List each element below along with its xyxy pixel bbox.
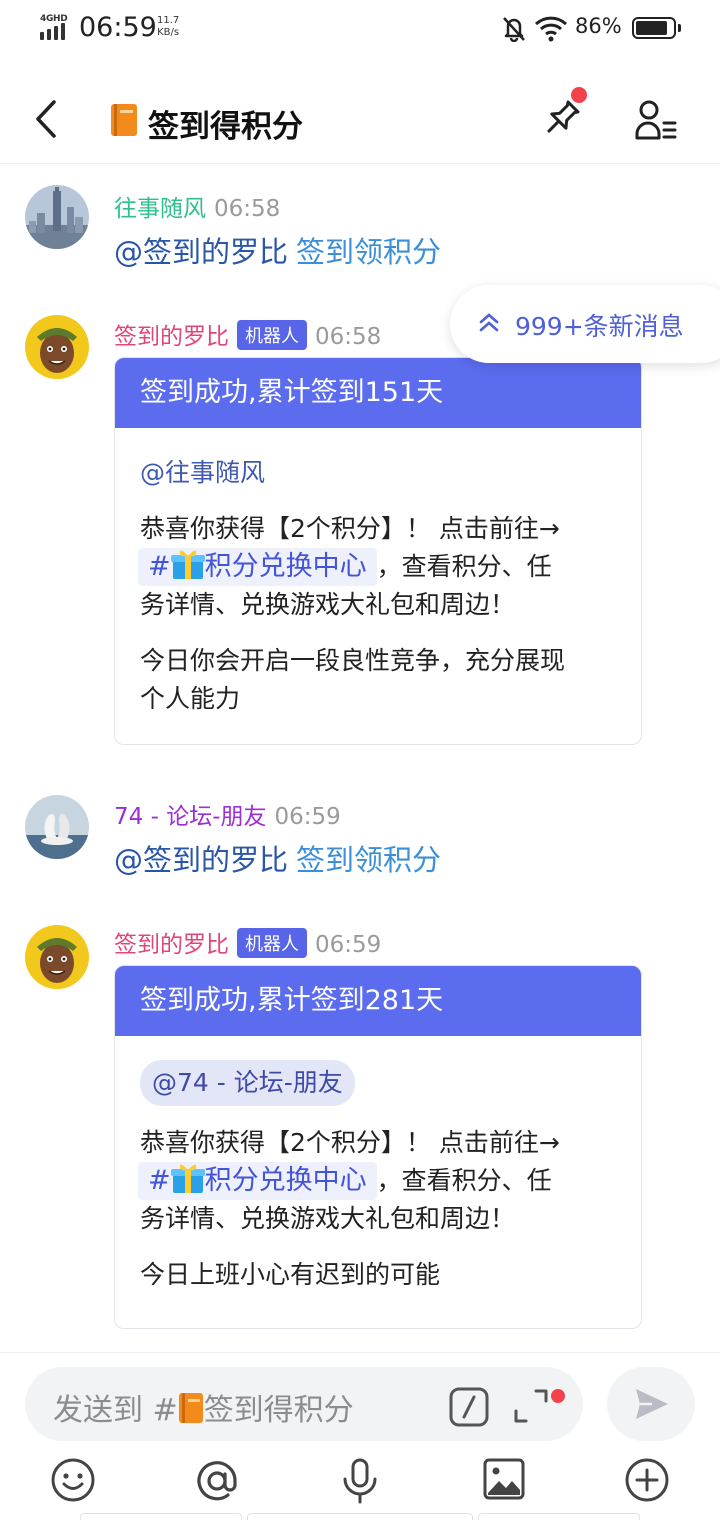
member-list-icon[interactable] bbox=[634, 98, 678, 142]
send-icon bbox=[636, 1389, 668, 1419]
expand-notification-dot bbox=[551, 1389, 565, 1403]
cellular-signal-icon: 4GHD bbox=[40, 14, 72, 40]
robot-character-avatar-icon bbox=[25, 925, 89, 989]
battery-percent: 86% bbox=[575, 14, 622, 38]
gift-icon bbox=[170, 1164, 205, 1193]
card-title: 签到成功,累计签到151天 bbox=[115, 358, 641, 428]
status-time: 06:59 bbox=[79, 12, 157, 43]
card-title: 签到成功,累计签到281天 bbox=[115, 966, 641, 1036]
gift-icon bbox=[170, 550, 205, 579]
robot-character-avatar-icon bbox=[25, 315, 89, 379]
mention-icon[interactable] bbox=[193, 1457, 241, 1505]
wifi-icon bbox=[534, 16, 568, 42]
message-time: 06:59 bbox=[274, 804, 341, 830]
command-link[interactable]: 签到领积分 bbox=[296, 235, 441, 269]
slash-command-icon[interactable] bbox=[449, 1387, 489, 1427]
command-link[interactable]: 签到领积分 bbox=[296, 843, 441, 877]
channel-link[interactable]: # 积分兑换中心 bbox=[138, 548, 377, 586]
checkin-card: 签到成功,累计签到151天 @往事随风 恭喜你获得【2个积分】！ 点击前往→ #… bbox=[114, 357, 642, 745]
reward-text: 恭喜你获得【2个积分】！ 点击前往→ # 积分兑换中心 ，查看积分、任 务详情、兑换… bbox=[138, 514, 560, 619]
message-meta: 签到的罗比 机器人 06:58 bbox=[114, 317, 381, 351]
city-skyline-avatar-icon bbox=[25, 185, 89, 249]
orange-book-icon bbox=[111, 104, 137, 136]
avatar[interactable] bbox=[25, 925, 89, 989]
panel-handle bbox=[0, 1513, 720, 1520]
message-text: @签到的罗比 签到领积分 bbox=[114, 837, 441, 879]
message-meta: 往事随风 06:58 bbox=[114, 189, 280, 223]
message-text: @签到的罗比 签到领积分 bbox=[114, 229, 441, 271]
sender-name[interactable]: 签到的罗比 bbox=[114, 324, 229, 350]
channel-link[interactable]: # 积分兑换中心 bbox=[138, 1162, 377, 1200]
swan-lake-avatar-icon bbox=[25, 795, 89, 859]
avatar[interactable] bbox=[25, 795, 89, 859]
card-mention[interactable]: @往事随风 bbox=[140, 454, 616, 492]
microphone-icon[interactable] bbox=[340, 1457, 380, 1505]
mute-bell-icon bbox=[503, 17, 525, 42]
emoji-icon[interactable] bbox=[50, 1457, 96, 1503]
sender-name[interactable]: 签到的罗比 bbox=[114, 932, 229, 958]
mention-link[interactable]: @签到的罗比 bbox=[114, 235, 288, 269]
bot-badge: 机器人 bbox=[237, 928, 307, 958]
message-input[interactable]: 发送到 # 签到得积分 bbox=[25, 1367, 583, 1441]
message-time: 06:59 bbox=[315, 932, 382, 958]
plus-icon[interactable] bbox=[624, 1457, 670, 1503]
message-meta: 签到的罗比 机器人 06:59 bbox=[114, 925, 381, 959]
card-body: @74 - 论坛-朋友 恭喜你获得【2个积分】！ 点击前往→ # 积分兑换中心 ，查… bbox=[115, 1036, 641, 1294]
orange-book-icon bbox=[178, 1393, 203, 1423]
sender-name[interactable]: 74 - 论坛-朋友 bbox=[114, 804, 267, 830]
network-speed: 11.7 KB/s bbox=[157, 15, 180, 38]
expand-icon[interactable] bbox=[512, 1387, 550, 1425]
bot-badge: 机器人 bbox=[237, 320, 307, 350]
message-time: 06:58 bbox=[315, 324, 382, 350]
fortune-text: 今日你会开启一段良性竞争，充分展现 个人能力 bbox=[140, 646, 566, 713]
pin-notification-dot bbox=[571, 87, 587, 103]
sender-name[interactable]: 往事随风 bbox=[114, 196, 206, 222]
avatar[interactable] bbox=[25, 185, 89, 249]
channel-header: 签到得积分 bbox=[0, 60, 720, 164]
card-body: @往事随风 恭喜你获得【2个积分】！ 点击前往→ # 积分兑换中心 ，查看积分、任 … bbox=[115, 428, 641, 718]
status-bar: 4GHD 06:59 11.7 KB/s 86% bbox=[0, 0, 720, 58]
battery-level bbox=[636, 21, 667, 35]
send-button[interactable] bbox=[607, 1367, 695, 1441]
channel-title: 签到得积分 bbox=[148, 109, 303, 145]
input-placeholder: 发送到 # 签到得积分 bbox=[53, 1393, 354, 1428]
image-icon[interactable] bbox=[482, 1457, 526, 1501]
message-composer: 发送到 # 签到得积分 bbox=[0, 1352, 720, 1520]
mention-link[interactable]: @签到的罗比 bbox=[114, 843, 288, 877]
back-arrow-icon[interactable] bbox=[30, 98, 60, 140]
message-meta: 74 - 论坛-朋友 06:59 bbox=[114, 797, 341, 831]
card-mention[interactable]: @74 - 论坛-朋友 bbox=[140, 1060, 355, 1106]
double-chevron-up-icon bbox=[479, 313, 499, 332]
fortune-text: 今日上班小心有迟到的可能 bbox=[140, 1260, 441, 1289]
battery-icon bbox=[632, 17, 681, 39]
reward-text: 恭喜你获得【2个积分】！ 点击前往→ # 积分兑换中心 ，查看积分、任 务详情、兑换… bbox=[138, 1128, 560, 1233]
checkin-card: 签到成功,累计签到281天 @74 - 论坛-朋友 恭喜你获得【2个积分】！ 点… bbox=[114, 965, 642, 1329]
message-time: 06:58 bbox=[214, 196, 281, 222]
new-messages-label: 999+条新消息 bbox=[515, 312, 684, 341]
new-messages-button[interactable]: 999+条新消息 bbox=[450, 285, 720, 363]
avatar[interactable] bbox=[25, 315, 89, 379]
